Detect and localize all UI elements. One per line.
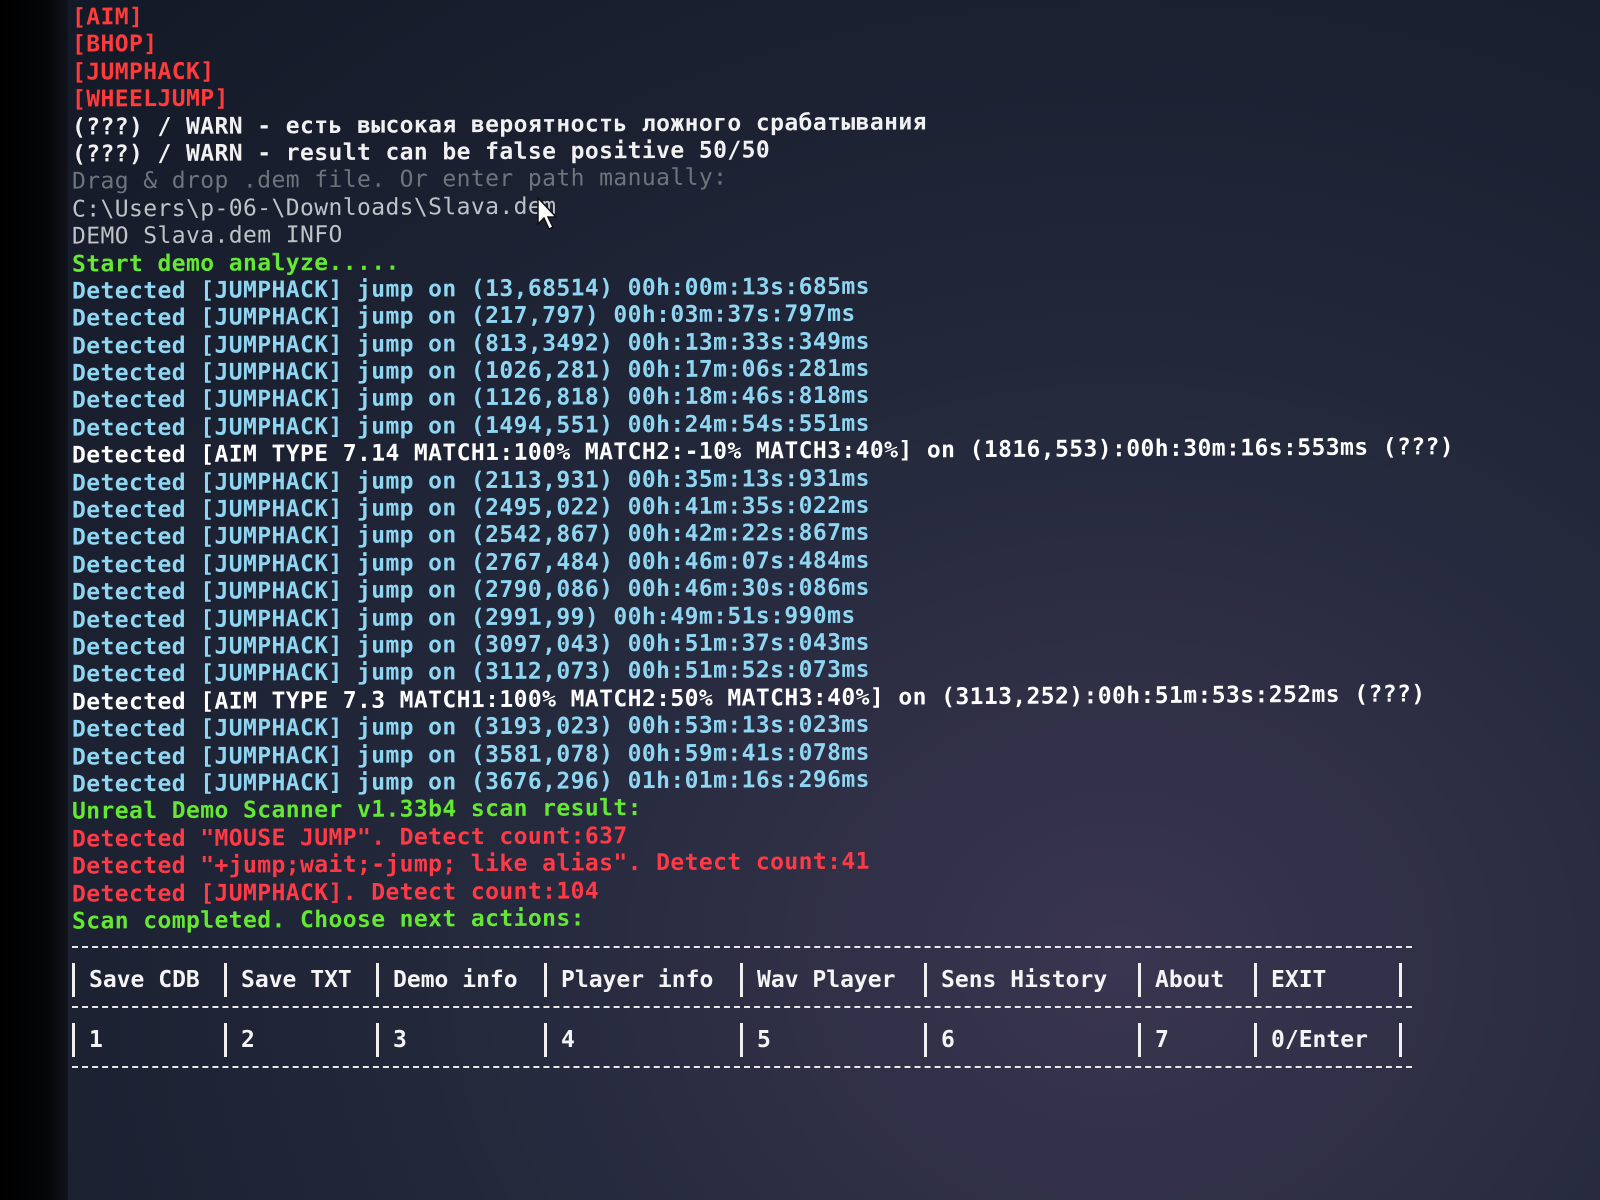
table-divider: [72, 1066, 1412, 1074]
table-divider: [72, 1006, 1412, 1014]
menu-labels-row: Save CDB Save TXT Demo info Player info …: [72, 954, 1412, 1006]
menu-save-cdb[interactable]: Save CDB: [72, 963, 224, 997]
menu-key-save-txt: 2: [224, 1023, 376, 1057]
menu-key-exit: 0/Enter: [1254, 1023, 1402, 1057]
screen-bezel: [0, 0, 68, 1200]
menu-key-demo-info: 3: [376, 1023, 544, 1057]
mouse-pointer-icon: [537, 196, 558, 231]
menu-key-save-cdb: 1: [72, 1023, 224, 1057]
table-divider: [72, 946, 1412, 954]
menu-key-about: 7: [1138, 1023, 1254, 1057]
menu-key-wav-player: 5: [740, 1023, 924, 1057]
menu-wav-player[interactable]: Wav Player: [740, 963, 924, 997]
menu-player-info[interactable]: Player info: [544, 963, 740, 997]
menu-key-player-info: 4: [544, 1023, 740, 1057]
menu-keys-row: 1 2 3 4 5 6 7 0/Enter: [72, 1014, 1412, 1066]
console-output: [AIM] [BHOP] [JUMPHACK] [WHEELJUMP] (???…: [72, 0, 1572, 936]
menu-key-sens-history: 6: [924, 1023, 1138, 1057]
menu-exit[interactable]: EXIT: [1254, 963, 1402, 997]
menu-save-txt[interactable]: Save TXT: [224, 963, 376, 997]
menu-demo-info[interactable]: Demo info: [376, 963, 544, 997]
action-menu-table: Save CDB Save TXT Demo info Player info …: [72, 946, 1412, 1074]
menu-about[interactable]: About: [1138, 963, 1254, 997]
menu-sens-history[interactable]: Sens History: [924, 963, 1138, 997]
